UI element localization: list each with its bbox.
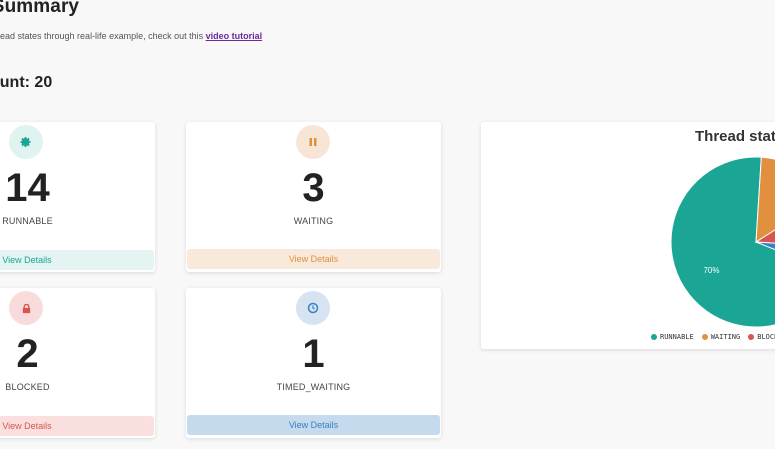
blocked-card: 2 BLOCKED View Details [0,288,155,438]
waiting-view-details-label: View Details [288,254,339,264]
blocked-view-details-label: View Details [2,421,52,431]
pause-icon [309,138,317,146]
legend-label: WAITING [710,333,741,341]
gear-icon [20,137,31,147]
page-subtitle: hread states through real-life example, … [0,31,262,41]
timed-waiting-label: TIMED_WAITING [276,382,351,392]
chart-legend: RUNNABLE WAITING BLOCKE [651,333,775,341]
runnable-icon-badge [9,125,43,159]
timed-waiting-icon-badge [296,291,330,325]
timed-waiting-view-details-label: View Details [288,420,339,430]
subtitle-text: hread states through real-life example, … [0,31,206,41]
runnable-label: RUNNABLE [2,216,53,226]
lock-icon [22,303,30,313]
blocked-view-details-button[interactable]: View Details [0,416,154,436]
runnable-view-details-label: View Details [2,255,52,265]
runnable-view-details-button[interactable]: View Details [0,250,154,270]
blocked-label: BLOCKED [5,382,50,392]
legend-item-waiting[interactable]: WAITING [701,333,741,341]
blocked-count: 2 [16,332,39,376]
page-title: t Summary [0,0,80,17]
legend-swatch [748,334,755,340]
runnable-card: 14 RUNNABLE View Details [0,122,155,272]
waiting-icon-badge [296,125,330,159]
legend-item-runnable[interactable]: RUNNABLE [651,333,694,341]
pie-data-label: 70% [703,266,719,275]
legend-swatch [651,334,657,340]
waiting-view-details-button[interactable]: View Details [187,249,440,269]
legend-label: RUNNABLE [660,333,694,341]
thread-state-pie-chart: 70%15% [670,156,775,328]
waiting-count: 3 [302,166,325,210]
video-tutorial-link[interactable]: video tutorial [206,31,263,41]
legend-item-blocked[interactable]: BLOCKE [748,333,775,341]
thread-count: ount: 20 [0,74,53,91]
timed-waiting-card: 1 TIMED_WAITING View Details [186,288,441,438]
timed-waiting-view-details-button[interactable]: View Details [187,415,440,435]
waiting-label: WAITING [293,216,334,226]
legend-swatch [701,334,708,340]
thread-state-chart-card: Thread stat 70%15% RUNNABLE WAITING BLOC… [481,122,775,349]
waiting-card: 3 WAITING View Details [186,122,441,272]
runnable-count: 14 [5,166,50,210]
clock-icon [307,302,319,314]
timed-waiting-count: 1 [302,332,325,376]
blocked-icon-badge [9,291,43,325]
legend-label: BLOCKE [757,333,775,341]
